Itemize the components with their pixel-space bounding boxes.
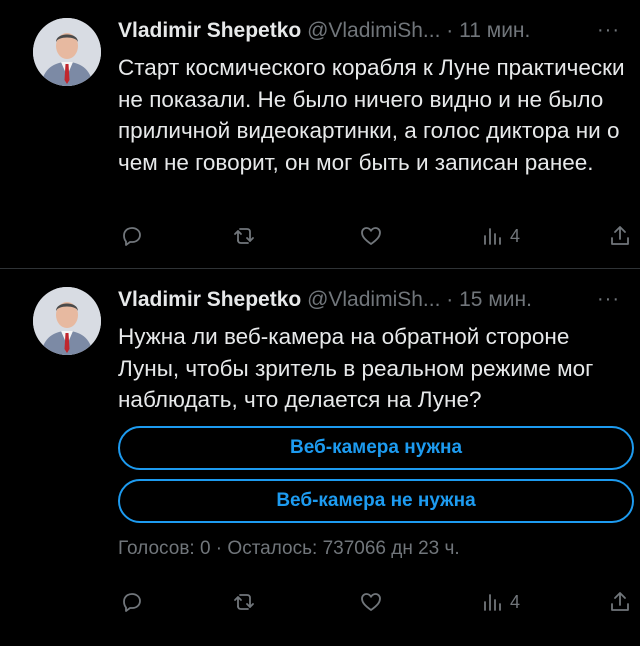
poll-option-webcam-needed[interactable]: Веб-камера нужна xyxy=(118,426,634,470)
author-name[interactable]: Vladimir Shepetko xyxy=(118,288,301,311)
poll-status: Голосов: 0 · Осталось: 737066 дн 23 ч. xyxy=(118,538,460,559)
tweet[interactable]: Vladimir Shepetko @VladimiSh... · 11 мин… xyxy=(0,0,640,268)
more-icon[interactable]: ··· xyxy=(597,19,620,42)
views-icon xyxy=(484,594,501,611)
reply-icon xyxy=(123,227,141,246)
tweet-header: Vladimir Shepetko @VladimiSh... · 15 мин… xyxy=(118,288,640,318)
views-icon xyxy=(484,228,501,245)
avatar[interactable] xyxy=(33,18,101,86)
separator-dot: · xyxy=(446,288,454,311)
views-count: 4 xyxy=(510,225,521,246)
like-icon xyxy=(361,593,381,611)
author-handle[interactable]: @VladimiSh... xyxy=(307,288,440,311)
reply-icon xyxy=(123,593,141,612)
tweet-text: Старт космического корабля к Луне практи… xyxy=(118,55,625,175)
action-bar: 4 xyxy=(0,587,640,617)
views-button[interactable]: 4 xyxy=(480,221,520,251)
poll-option-webcam-not-needed[interactable]: Веб-камера не нужна xyxy=(118,479,634,523)
share-button[interactable] xyxy=(608,587,632,617)
tweet-header: Vladimir Shepetko @VladimiSh... · 11 мин… xyxy=(118,19,640,49)
retweet-button[interactable] xyxy=(232,221,256,251)
timestamp[interactable]: 11 мин. xyxy=(459,19,530,42)
reply-button[interactable] xyxy=(120,587,144,617)
author-handle[interactable]: @VladimiSh... xyxy=(307,19,440,42)
avatar[interactable] xyxy=(33,287,101,355)
like-icon xyxy=(361,227,381,245)
share-icon xyxy=(611,592,629,611)
retweet-icon xyxy=(234,594,254,610)
author-name[interactable]: Vladimir Shepetko xyxy=(118,19,301,42)
tweet[interactable]: Vladimir Shepetko @VladimiSh... · 15 мин… xyxy=(0,268,640,646)
like-button[interactable] xyxy=(359,587,383,617)
share-icon xyxy=(611,226,629,245)
action-bar: 4 xyxy=(0,221,640,251)
views-button[interactable]: 4 xyxy=(480,587,520,617)
separator-dot: · xyxy=(446,19,454,42)
share-button[interactable] xyxy=(608,221,632,251)
retweet-icon xyxy=(234,228,254,244)
timestamp[interactable]: 15 мин. xyxy=(459,288,532,311)
reply-button[interactable] xyxy=(120,221,144,251)
views-count: 4 xyxy=(510,591,521,612)
like-button[interactable] xyxy=(359,221,383,251)
more-icon[interactable]: ··· xyxy=(597,288,620,311)
retweet-button[interactable] xyxy=(232,587,256,617)
tweet-text: Нужна ли веб-камера на обратной стороне … xyxy=(118,324,594,412)
